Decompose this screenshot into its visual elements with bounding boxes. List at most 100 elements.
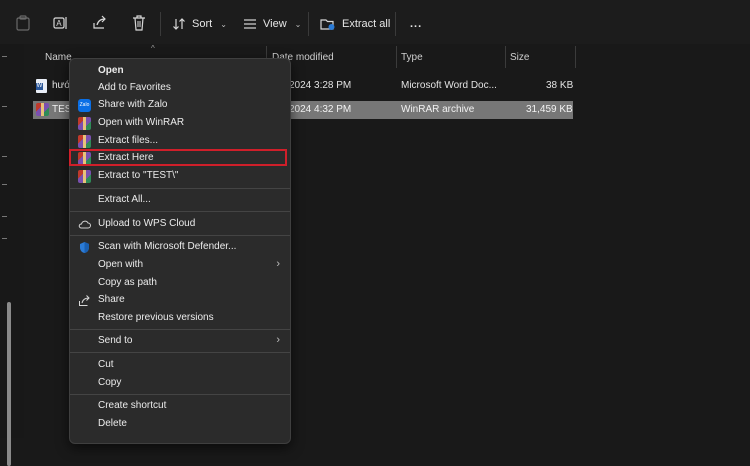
- file-type: WinRAR archive: [401, 104, 475, 115]
- menu-item-label: Extract to "TEST\": [98, 170, 179, 181]
- menu-item-label: Copy: [98, 377, 122, 388]
- column-divider[interactable]: [505, 46, 506, 68]
- menu-item-open-with[interactable]: Open with ›: [70, 257, 290, 274]
- menu-item-label: Restore previous versions: [98, 312, 214, 323]
- nav-marker: [2, 184, 7, 185]
- extract-folder-icon: [320, 19, 335, 30]
- nav-marker: [2, 56, 7, 57]
- paste-icon[interactable]: [14, 14, 32, 32]
- nav-marker: [2, 156, 7, 157]
- toolbar-divider: [395, 12, 396, 36]
- menu-item-label: Copy as path: [98, 277, 157, 288]
- cloud-icon: [78, 218, 91, 231]
- sort-icon: [173, 18, 185, 30]
- chevron-down-icon: ⌄: [220, 19, 227, 29]
- chevron-right-icon: ›: [276, 334, 280, 346]
- toolbar-divider: [308, 12, 309, 36]
- nav-marker: [2, 216, 7, 217]
- menu-item-extract-files[interactable]: Extract files...: [70, 133, 290, 150]
- view-icon: [244, 19, 256, 29]
- file-type: Microsoft Word Doc...: [401, 80, 497, 91]
- rename-icon[interactable]: A: [52, 14, 70, 32]
- column-divider[interactable]: [575, 46, 576, 68]
- more-label: ...: [410, 18, 423, 30]
- menu-item-upload-to-wps-cloud[interactable]: Upload to WPS Cloud: [70, 216, 290, 233]
- menu-item-copy-as-path[interactable]: Copy as path: [70, 275, 290, 292]
- share-icon[interactable]: [91, 14, 109, 32]
- column-header-type[interactable]: Type: [401, 46, 501, 68]
- menu-item-share[interactable]: Share: [70, 292, 290, 309]
- menu-item-label: Share: [98, 294, 125, 305]
- menu-item-label: Send to: [98, 335, 133, 346]
- file-name: hướ: [52, 80, 71, 91]
- chevron-right-icon: ›: [276, 258, 280, 270]
- menu-item-label: Create shortcut: [98, 400, 167, 411]
- more-options-button[interactable]: ...: [410, 16, 422, 32]
- menu-item-open-with-winrar[interactable]: Open with WinRAR: [70, 115, 290, 132]
- menu-item-label: Open with WinRAR: [98, 117, 185, 128]
- menu-item-extract-all[interactable]: Extract All...: [70, 192, 290, 209]
- menu-item-cut[interactable]: Cut: [70, 357, 290, 374]
- menu-item-add-to-favorites[interactable]: Add to Favorites: [70, 80, 290, 97]
- menu-item-label: Scan with Microsoft Defender...: [98, 241, 237, 252]
- menu-item-label: Extract All...: [98, 194, 151, 205]
- context-menu: Open Add to Favorites Zalo Share with Za…: [69, 58, 291, 444]
- shield-icon: [78, 241, 91, 254]
- delete-icon[interactable]: [130, 14, 148, 32]
- nav-marker: [2, 238, 7, 239]
- toolbar-divider: [160, 12, 161, 36]
- view-label: View: [263, 18, 287, 30]
- menu-divider: [70, 188, 290, 189]
- column-header-size[interactable]: Size: [510, 46, 570, 68]
- column-size-label: Size: [510, 51, 530, 63]
- menu-item-scan-with-defender[interactable]: Scan with Microsoft Defender...: [70, 239, 290, 256]
- menu-item-create-shortcut[interactable]: Create shortcut: [70, 398, 290, 415]
- menu-divider: [70, 394, 290, 395]
- menu-item-label: Extract files...: [98, 135, 159, 146]
- winrar-icon: [78, 117, 91, 130]
- menu-divider: [70, 235, 290, 236]
- share-icon: [78, 294, 91, 307]
- menu-item-restore-previous-versions[interactable]: Restore previous versions: [70, 310, 290, 327]
- file-date: 2024 4:32 PM: [289, 104, 352, 115]
- extract-all-label: Extract all: [342, 18, 391, 30]
- navigation-pane: [0, 44, 24, 466]
- extract-all-button[interactable]: Extract all: [320, 16, 390, 32]
- winrar-icon: [36, 103, 49, 116]
- file-size: 38 KB: [546, 80, 574, 91]
- highlight-box: [69, 149, 287, 166]
- sort-indicator-icon: ^: [151, 44, 155, 53]
- nav-marker: [2, 106, 7, 107]
- menu-item-label: Upload to WPS Cloud: [98, 218, 196, 229]
- menu-item-label: Add to Favorites: [98, 82, 171, 93]
- menu-item-delete[interactable]: Delete: [70, 416, 290, 433]
- chevron-down-icon: ⌄: [294, 19, 302, 29]
- winrar-icon: [78, 135, 91, 148]
- scrollbar-thumb[interactable]: [7, 448, 11, 466]
- scrollbar-thumb[interactable]: [7, 302, 11, 452]
- column-type-label: Type: [401, 51, 423, 63]
- menu-item-label: Open: [98, 65, 124, 76]
- view-button[interactable]: View ⌄: [243, 16, 301, 32]
- file-size: 31,459 KB: [526, 104, 573, 115]
- word-document-icon: W: [36, 79, 47, 93]
- menu-item-label: Share with Zalo: [98, 99, 168, 110]
- command-bar: A Sort ⌄ View ⌄ Extract all ...: [0, 0, 750, 44]
- menu-item-copy[interactable]: Copy: [70, 375, 290, 392]
- column-divider[interactable]: [396, 46, 397, 68]
- menu-divider: [70, 352, 290, 353]
- sort-label: Sort: [192, 18, 213, 30]
- menu-divider: [70, 329, 290, 330]
- menu-divider: [70, 211, 290, 212]
- menu-item-label: Cut: [98, 359, 114, 370]
- menu-item-share-with-zalo[interactable]: Zalo Share with Zalo: [70, 97, 290, 114]
- menu-item-open[interactable]: Open: [70, 63, 290, 80]
- menu-item-extract-to-test[interactable]: Extract to "TEST\": [70, 168, 290, 185]
- column-name-label: Name: [45, 51, 72, 63]
- menu-item-send-to[interactable]: Send to ›: [70, 333, 290, 350]
- winrar-icon: [78, 170, 91, 183]
- zalo-icon: Zalo: [78, 99, 91, 112]
- file-date: 2024 3:28 PM: [289, 80, 352, 91]
- sort-button[interactable]: Sort ⌄: [172, 16, 227, 32]
- menu-item-label: Delete: [98, 418, 127, 429]
